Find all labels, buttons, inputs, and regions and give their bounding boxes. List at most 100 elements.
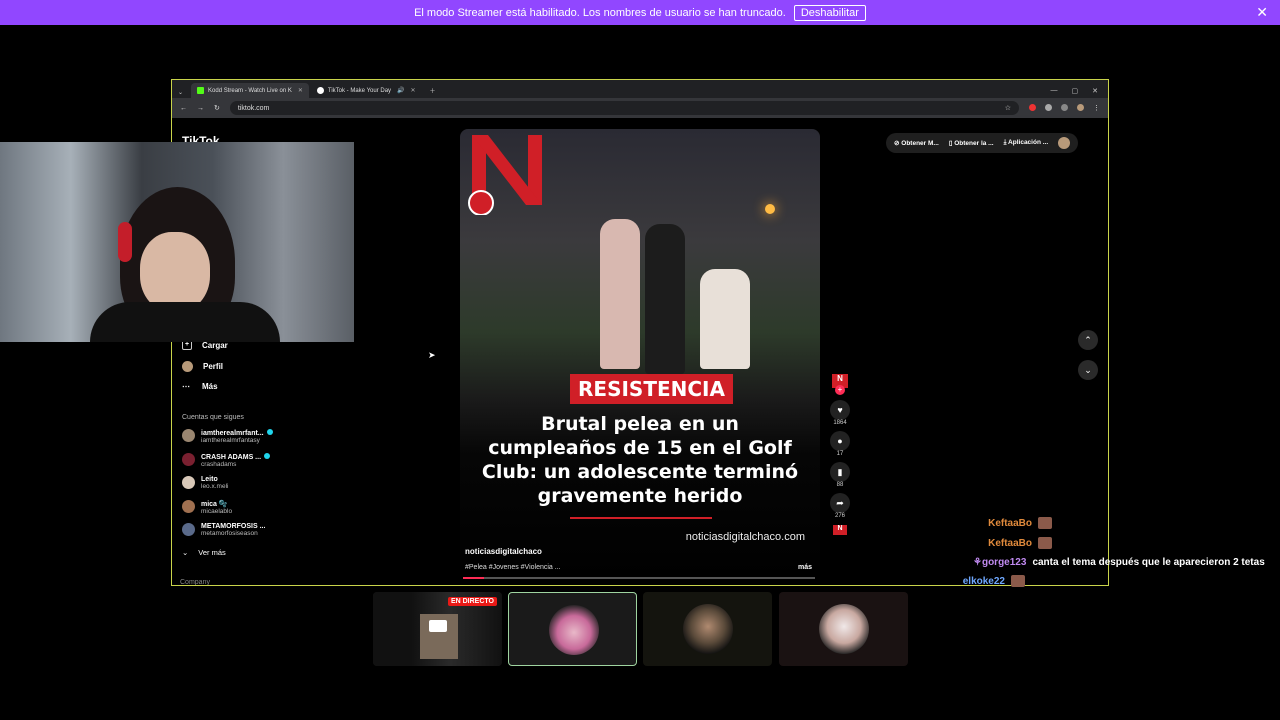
thumbnail-avatar [549,605,599,655]
account-name: METAMORFOSIS ... [201,523,266,530]
account-name: CRASH ADAMS ... [201,454,262,461]
account-name: iamtherealmrfant... [201,430,264,437]
video-hashtags[interactable]: #Pelea #Jovenes #Violencia ... [465,564,561,571]
thumbnail-avatar [683,604,733,654]
chat-message: KeftaaBo [988,517,1052,529]
bookmark-star-icon[interactable]: ☆ [1005,104,1011,112]
comment-count: 17 [836,451,844,457]
following-account[interactable]: iamtherealmrfant... iamtherealmrfantasy [182,429,273,444]
bookmark-icon: ▮ [837,466,843,477]
close-icon[interactable]: ✕ [1256,4,1268,21]
avatar [182,523,195,536]
share-count: 276 [834,513,845,519]
webcam-overlay [0,142,354,342]
follow-plus-icon[interactable]: + [835,385,845,395]
profile-avatar[interactable] [1058,137,1071,149]
restore-icon[interactable]: ▢ [1072,87,1079,95]
extensions-puzzle-icon[interactable] [1061,104,1068,111]
new-tab-icon[interactable]: ＋ [430,86,436,98]
get-app-button[interactable]: ▯ Obtener la ... [949,139,994,147]
like-button[interactable]: ♥ [830,400,850,420]
tiktok-favicon-icon [316,87,324,94]
window-controls: — ▢ ✕ [1051,83,1109,98]
share-icon: ➦ [836,497,844,508]
profile-avatar-icon[interactable] [1077,104,1084,111]
stream-thumbnail[interactable]: EN DIRECTO [373,592,502,666]
share-button[interactable]: ➦ [830,493,850,513]
nav-more[interactable]: ⋯ Más [182,382,218,391]
disable-streamer-mode-button[interactable]: Deshabilitar [793,4,866,21]
tab-search-icon[interactable]: ⌄ [172,89,189,98]
stream-thumbnail-selected[interactable] [508,592,637,666]
get-coins-button[interactable]: ⊘ Obtener M... [894,139,939,147]
news-logo-icon [468,135,542,215]
close-tab-icon[interactable]: ✕ [298,87,303,94]
chevron-up-icon[interactable]: ⌃ [1078,330,1098,350]
video-player[interactable]: RESISTENCIA Brutal pelea en un cumpleaño… [460,129,820,581]
following-account[interactable]: METAMORFOSIS ... metamorfosiseason [182,523,265,537]
verified-badge-icon [266,429,273,435]
address-bar-row: ← → ↻ tiktok.com ☆ ⋮ [172,98,1108,118]
see-more-label: Ver más [198,548,226,557]
following-account[interactable]: CRASH ADAMS ... crashadams [182,453,271,468]
chat-username: ⚘gorge123 [973,557,1027,568]
nav-profile[interactable]: Perfil [182,361,223,372]
minimize-icon[interactable]: — [1051,87,1058,94]
tab-tiktok[interactable]: TikTok - Make Your Day 🔊 ✕ [311,83,422,98]
tab-label: Kodd Stream - Watch Live on K [208,87,292,94]
avatar [182,453,195,466]
speaker-icon[interactable]: 🔊 [397,87,404,94]
close-window-icon[interactable]: ✕ [1092,87,1098,95]
action-bar: N + ♥ 1864 ● 17 ▮ 88 ➦ 276 N [827,374,853,535]
bookmark-count: 88 [836,482,844,488]
headline-underline [570,517,712,519]
back-icon[interactable]: ← [180,105,187,112]
more-link[interactable]: más [798,564,812,571]
streamer-mode-banner: El modo Streamer está habilitado. Los no… [0,0,1280,25]
tab-strip: ⌄ Kodd Stream - Watch Live on K ✕ TikTok… [172,80,1108,98]
following-header: Cuentas que sigues [182,414,244,421]
extension-icon[interactable] [1045,104,1052,111]
stream-thumbnail[interactable] [643,592,772,666]
profile-icon [182,361,193,372]
tab-kick[interactable]: Kodd Stream - Watch Live on K ✕ [191,83,309,98]
person-figure [645,224,685,374]
button-label: Aplicación ... [1008,139,1049,146]
url-field[interactable]: tiktok.com ☆ [229,101,1019,115]
following-account[interactable]: mica 🫧 micaelablo [182,500,232,515]
more-icon: ⋯ [182,382,190,391]
streamer-shoulders [90,302,280,342]
following-account[interactable]: Leito leo.x.meli [182,476,228,490]
forward-icon[interactable]: → [197,105,204,112]
close-tab-icon[interactable]: ✕ [411,87,416,94]
stream-thumbnail[interactable] [779,592,908,666]
kick-favicon-icon [197,87,205,94]
desktop-app-button[interactable]: ⤓ Aplicación ... [1004,139,1049,147]
account-name: Leito [201,476,218,483]
extension-icon[interactable] [1029,104,1036,111]
video-watermark-site: noticiasdigitalchaco.com [685,531,805,543]
sound-disc-icon[interactable]: N [833,525,847,535]
comment-button[interactable]: ● [830,431,850,451]
button-label: Obtener M... [901,140,939,147]
account-name: mica 🫧 [201,501,228,508]
reload-icon[interactable]: ↻ [214,104,220,112]
emote-icon [1038,537,1052,549]
account-handle: iamtherealmrfantasy [201,437,260,444]
progress-fill [463,577,485,579]
tab-label: TikTok - Make Your Day [327,87,392,94]
avatar [182,429,195,442]
video-progress-bar[interactable] [463,577,815,579]
company-link[interactable]: Company [180,579,210,585]
emote-icon [1011,575,1025,587]
chevron-down-icon[interactable]: ⌄ [1078,360,1098,380]
video-nav-arrows: ⌃ ⌄ [1078,330,1098,380]
bookmark-button[interactable]: ▮ [830,462,850,482]
video-author[interactable]: noticiasdigitalchaco [465,547,542,556]
person-figure [700,269,750,369]
menu-kebab-icon[interactable]: ⋮ [1093,104,1100,112]
heart-icon: ♥ [837,405,843,415]
see-more-link[interactable]: ⌄ Ver más [182,548,226,557]
button-label: Obtener la ... [954,140,994,147]
chat-message: KeftaaBo [988,537,1052,549]
